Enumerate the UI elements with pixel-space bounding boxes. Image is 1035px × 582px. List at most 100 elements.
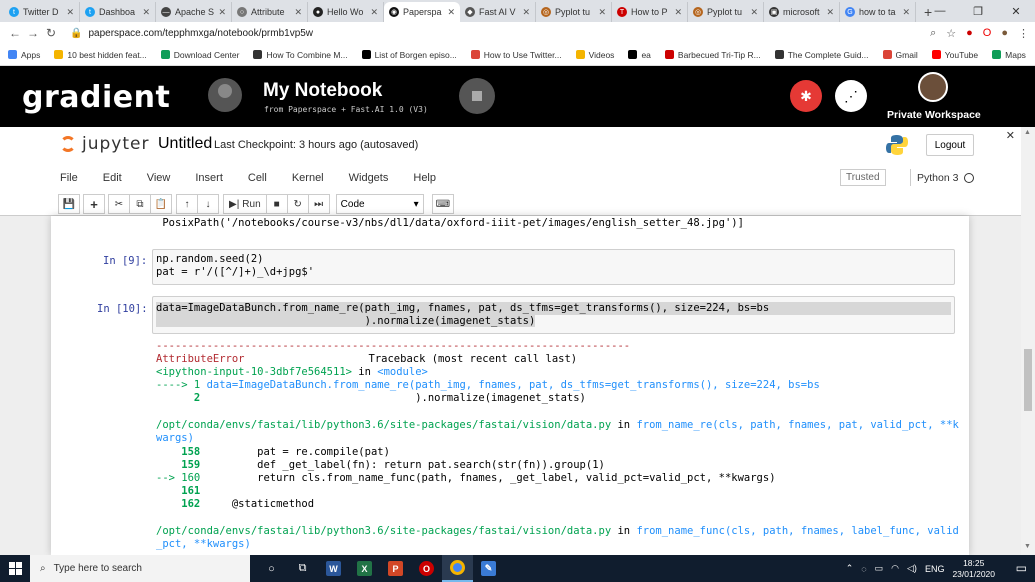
- browser-tab[interactable]: — Apache S ✕: [156, 2, 232, 22]
- tab-close-icon[interactable]: ✕: [674, 7, 682, 18]
- restart-run-all-icon[interactable]: ⏭: [307, 194, 330, 214]
- bookmark-item[interactable]: How To Combine M...: [253, 50, 348, 60]
- move-down-icon[interactable]: ↓: [197, 194, 219, 214]
- tab-close-icon[interactable]: ✕: [598, 7, 606, 18]
- opera-taskbar-icon[interactable]: O: [411, 555, 442, 582]
- menu-help[interactable]: Help: [413, 172, 436, 184]
- bookmark-item[interactable]: Download Center: [160, 50, 239, 60]
- save-icon[interactable]: 💾: [58, 194, 80, 214]
- notebook-name[interactable]: Untitled: [158, 135, 212, 153]
- url-field[interactable]: 🔒 paperspace.com/tepphmxga/notebook/prmb1…: [70, 28, 930, 39]
- menu-cell[interactable]: Cell: [248, 172, 267, 184]
- bookmark-item[interactable]: Apps: [8, 50, 40, 60]
- interrupt-icon[interactable]: ■: [265, 194, 288, 214]
- network-icon[interactable]: ◌: [861, 564, 866, 574]
- tab-close-icon[interactable]: ✕: [370, 7, 378, 18]
- keyboard-icon[interactable]: ⌨: [431, 194, 455, 214]
- move-up-icon[interactable]: ↑: [176, 194, 198, 214]
- notification-icon[interactable]: ▭: [1016, 561, 1027, 575]
- menu-edit[interactable]: Edit: [103, 172, 122, 184]
- copy-icon[interactable]: ⧉: [129, 194, 151, 214]
- bookmark-item[interactable]: YouTube: [931, 50, 978, 60]
- share-icon[interactable]: ⋰: [835, 80, 867, 112]
- tab-close-icon[interactable]: ✕: [522, 7, 530, 18]
- bookmark-item[interactable]: How to Use Twitter...: [470, 50, 562, 60]
- powerpoint-icon[interactable]: P: [380, 555, 411, 582]
- close-window-icon[interactable]: ✕: [997, 0, 1035, 22]
- scrollbar-thumb[interactable]: [1024, 349, 1032, 411]
- kernel-indicator[interactable]: Python 3: [910, 169, 975, 186]
- run-button[interactable]: ▶| Run: [223, 194, 267, 214]
- scroll-up-icon[interactable]: ▲: [1024, 129, 1031, 136]
- stop-notebook-button[interactable]: [459, 78, 495, 114]
- opera-icon[interactable]: O: [983, 27, 992, 39]
- bug-icon[interactable]: ✱: [790, 80, 822, 112]
- clock[interactable]: 18:25 23/01/2020: [952, 558, 995, 580]
- user-avatar[interactable]: [918, 72, 948, 102]
- close-icon[interactable]: ✕: [1006, 129, 1015, 142]
- tab-close-icon[interactable]: ✕: [294, 7, 302, 18]
- battery-icon[interactable]: ▭: [875, 563, 884, 574]
- menu-widgets[interactable]: Widgets: [349, 172, 389, 184]
- minimize-icon[interactable]: —: [921, 0, 959, 22]
- browser-tab[interactable]: ○ Attribute ✕: [232, 2, 308, 22]
- menu-insert[interactable]: Insert: [195, 172, 223, 184]
- reload-icon[interactable]: ↻: [42, 26, 60, 40]
- maximize-icon[interactable]: ❐: [959, 0, 997, 22]
- language-indicator[interactable]: ENG: [925, 564, 945, 574]
- paste-icon[interactable]: 📋: [150, 194, 172, 214]
- task-view-icon[interactable]: ⧉: [287, 555, 318, 582]
- add-cell-icon[interactable]: +: [83, 194, 105, 214]
- bookmark-item[interactable]: 10 best hidden feat...: [54, 50, 147, 60]
- word-icon[interactable]: W: [318, 555, 349, 582]
- bookmark-item[interactable]: List of Borgen episo...: [361, 50, 457, 60]
- page-scrollbar[interactable]: ▲ ▼: [1021, 127, 1035, 555]
- cell-type-select[interactable]: Code ▾: [335, 194, 424, 214]
- start-button[interactable]: [0, 555, 30, 582]
- browser-tab[interactable]: ● Hello Wo ✕: [308, 2, 384, 22]
- logout-button[interactable]: Logout: [926, 134, 974, 156]
- menu-file[interactable]: File: [60, 172, 78, 184]
- taskbar-search[interactable]: ⌕ Type here to search: [30, 555, 250, 582]
- menu-dots-icon[interactable]: ⋮: [1018, 27, 1029, 40]
- star-icon[interactable]: ☆: [946, 27, 956, 40]
- tab-close-icon[interactable]: ✕: [142, 7, 150, 18]
- bookmark-item[interactable]: The Complete Guid...: [774, 50, 869, 60]
- browser-tab[interactable]: ◆ Fast AI V ✕: [460, 2, 536, 22]
- menu-kernel[interactable]: Kernel: [292, 172, 324, 184]
- avatar-small[interactable]: ●: [1001, 27, 1008, 39]
- wifi-icon[interactable]: ◠: [891, 563, 899, 574]
- browser-tab[interactable]: Ghow to ta ✕: [840, 2, 916, 22]
- back-icon[interactable]: ←: [6, 26, 24, 40]
- browser-tab[interactable]: ▣ microsoft ✕: [764, 2, 840, 22]
- tab-close-icon[interactable]: ✕: [826, 7, 834, 18]
- cortana-icon[interactable]: ○: [256, 555, 287, 582]
- trusted-indicator[interactable]: Trusted: [840, 169, 886, 186]
- volume-icon[interactable]: ◁): [907, 563, 917, 574]
- bookmark-item[interactable]: Gmail: [882, 50, 918, 60]
- browser-tab[interactable]: ◎ Pyplot tu ✕: [536, 2, 612, 22]
- editor-taskbar-icon[interactable]: ✎: [473, 555, 504, 582]
- notebook-body[interactable]: PosixPath('/notebooks/course-v3/nbs/dl1/…: [51, 216, 969, 555]
- browser-tab[interactable]: ◎ Pyplot tu ✕: [688, 2, 764, 22]
- forward-icon[interactable]: →: [24, 26, 42, 40]
- extension-icon[interactable]: ●: [966, 27, 973, 39]
- zoom-icon[interactable]: ⌕: [930, 27, 936, 40]
- bookmark-item[interactable]: Maps: [992, 50, 1026, 60]
- menu-view[interactable]: View: [147, 172, 171, 184]
- bookmark-item[interactable]: Videos: [575, 50, 614, 60]
- restart-icon[interactable]: ↻: [286, 194, 309, 214]
- browser-tab[interactable]: ◉ Paperspa ✕: [384, 2, 460, 22]
- chrome-taskbar-icon[interactable]: [442, 555, 473, 582]
- gradient-logo[interactable]: gradient: [22, 80, 170, 115]
- bookmark-item[interactable]: Barbecued Tri-Tip R...: [664, 50, 761, 60]
- cut-icon[interactable]: ✂: [108, 194, 130, 214]
- tab-close-icon[interactable]: ✕: [447, 7, 455, 18]
- tab-close-icon[interactable]: ✕: [218, 7, 226, 18]
- tab-close-icon[interactable]: ✕: [750, 7, 758, 18]
- tab-close-icon[interactable]: ✕: [66, 7, 74, 18]
- browser-tab[interactable]: t Twitter D ✕: [4, 2, 80, 22]
- tab-close-icon[interactable]: ✕: [902, 7, 910, 18]
- excel-icon[interactable]: X: [349, 555, 380, 582]
- jupyter-logo[interactable]: jupyter: [60, 134, 149, 154]
